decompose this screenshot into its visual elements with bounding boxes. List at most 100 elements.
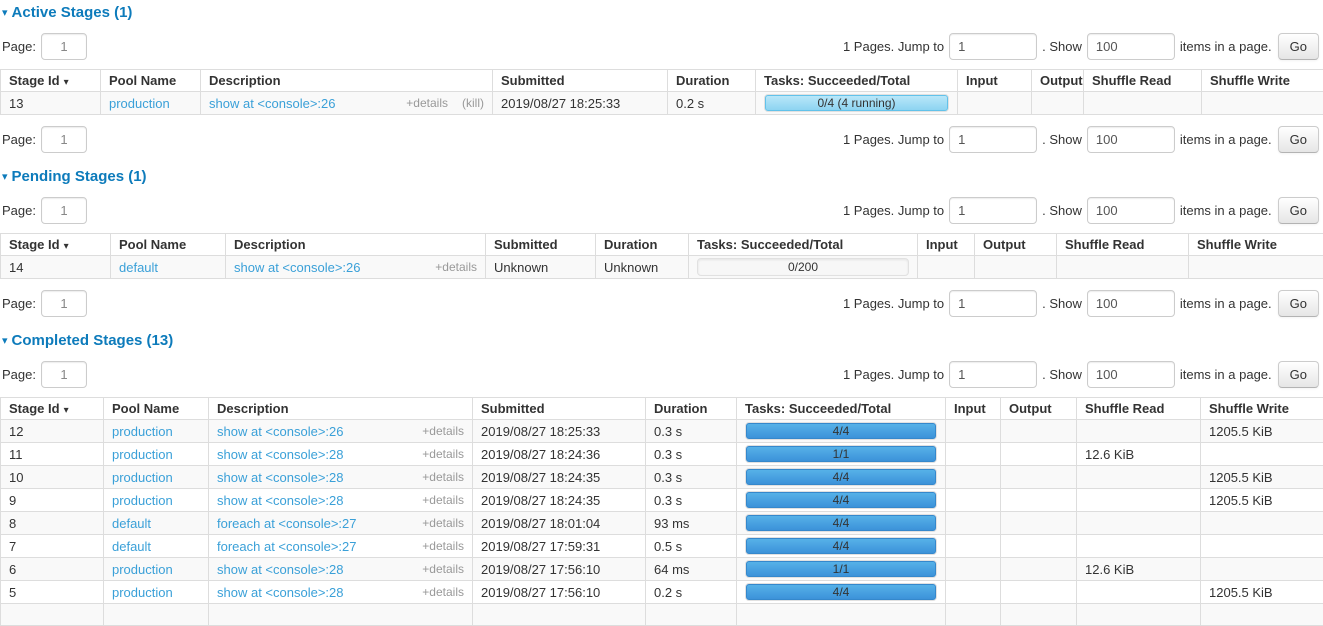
stage-description-link[interactable]: show at <console>:28 (217, 562, 343, 577)
details-toggle-link[interactable]: +details (422, 516, 464, 530)
column-header-duration[interactable]: Duration (596, 234, 689, 256)
input-cell (946, 420, 1001, 443)
details-toggle-link[interactable]: +details (422, 539, 464, 553)
pool-name-link[interactable]: production (112, 424, 173, 439)
column-header-input[interactable]: Input (918, 234, 975, 256)
column-header-description[interactable]: Description (226, 234, 486, 256)
description-cell: foreach at <console>:27 +details (209, 512, 473, 535)
pool-name-link[interactable]: production (112, 562, 173, 577)
column-header-pool-name[interactable]: Pool Name (101, 70, 201, 92)
pool-name-link[interactable]: default (112, 539, 151, 554)
column-header-input[interactable]: Input (958, 70, 1032, 92)
column-header-tasks-succeeded-total[interactable]: Tasks: Succeeded/Total (756, 70, 958, 92)
items-per-page-input[interactable] (1087, 126, 1175, 153)
kill-stage-link[interactable]: (kill) (462, 96, 484, 110)
items-per-page-input[interactable] (1087, 197, 1175, 224)
stage-description-link[interactable]: show at <console>:28 (217, 585, 343, 600)
pool-name-link[interactable]: production (112, 493, 173, 508)
stage-description-link[interactable]: show at <console>:26 (234, 260, 360, 275)
items-per-page-input[interactable] (1087, 290, 1175, 317)
page-number-input[interactable] (41, 290, 87, 317)
shuffle-write-cell (1202, 92, 1323, 115)
go-button[interactable]: Go (1278, 290, 1319, 317)
column-header-shuffle-read[interactable]: Shuffle Read (1057, 234, 1189, 256)
pagination-bar: Page: 1 Pages. Jump to . Show items in a… (2, 196, 1319, 224)
stage-description-link[interactable]: show at <console>:26 (209, 96, 335, 111)
column-header-input[interactable]: Input (946, 398, 1001, 420)
section-title-pending-stages[interactable]: ▾Pending Stages (1) (2, 166, 1323, 186)
pool-name-link[interactable]: production (112, 585, 173, 600)
output-cell (1001, 512, 1077, 535)
column-header-submitted[interactable]: Submitted (493, 70, 668, 92)
go-button[interactable]: Go (1278, 361, 1319, 388)
items-in-page-text: items in a page. (1180, 203, 1272, 218)
go-button[interactable]: Go (1278, 126, 1319, 153)
jump-to-page-input[interactable] (949, 126, 1037, 153)
stage-description-link[interactable]: show at <console>:26 (217, 424, 343, 439)
stage-description-link[interactable]: show at <console>:28 (217, 493, 343, 508)
details-toggle-link[interactable]: +details (422, 585, 464, 599)
jump-to-page-input[interactable] (949, 361, 1037, 388)
column-header-shuffle-write[interactable]: Shuffle Write (1201, 398, 1323, 420)
stage-description-link[interactable]: show at <console>:28 (217, 447, 343, 462)
column-header-pool-name[interactable]: Pool Name (111, 234, 226, 256)
pool-name-link[interactable]: production (112, 447, 173, 462)
duration-cell: 0.3 s (646, 443, 737, 466)
column-header-shuffle-read[interactable]: Shuffle Read (1077, 398, 1201, 420)
pool-name-cell: default (104, 512, 209, 535)
page-number-input[interactable] (41, 126, 87, 153)
column-header-output[interactable]: Output (1032, 70, 1084, 92)
go-button[interactable]: Go (1278, 33, 1319, 60)
page-number-input[interactable] (41, 33, 87, 60)
column-header-description[interactable]: Description (201, 70, 493, 92)
details-toggle-link[interactable]: +details (422, 562, 464, 576)
column-header-submitted[interactable]: Submitted (473, 398, 646, 420)
page-number-input[interactable] (41, 361, 87, 388)
go-button[interactable]: Go (1278, 197, 1319, 224)
stage-id-cell: 14 (1, 256, 111, 279)
details-toggle-link[interactable]: +details (422, 470, 464, 484)
column-header-shuffle-write[interactable]: Shuffle Write (1189, 234, 1323, 256)
jump-to-page-input[interactable] (949, 197, 1037, 224)
pool-name-link[interactable]: production (109, 96, 170, 111)
column-header-output[interactable]: Output (975, 234, 1057, 256)
column-header-tasks-succeeded-total[interactable]: Tasks: Succeeded/Total (737, 398, 946, 420)
description-cell: show at <console>:26 +details (209, 420, 473, 443)
section-title-completed-stages[interactable]: ▾Completed Stages (13) (2, 330, 1323, 350)
column-header-stage-id[interactable]: Stage Id▾ (1, 398, 104, 420)
tasks-progress-bar: 4/4 (745, 422, 937, 440)
pool-name-link[interactable]: production (112, 470, 173, 485)
column-header-stage-id[interactable]: Stage Id▾ (1, 234, 111, 256)
pool-name-link[interactable]: default (119, 260, 158, 275)
section-title-active-stages[interactable]: ▾Active Stages (1) (2, 2, 1323, 22)
stage-description-link[interactable]: foreach at <console>:27 (217, 539, 357, 554)
page-number-input[interactable] (41, 197, 87, 224)
column-header-description[interactable]: Description (209, 398, 473, 420)
jump-to-page-input[interactable] (949, 290, 1037, 317)
column-header-output[interactable]: Output (1001, 398, 1077, 420)
pagination-bar: Page: 1 Pages. Jump to . Show items in a… (2, 289, 1319, 317)
items-per-page-input[interactable] (1087, 361, 1175, 388)
shuffle-write-cell (1201, 535, 1323, 558)
details-toggle-link[interactable]: +details (406, 96, 448, 110)
items-per-page-input[interactable] (1087, 33, 1175, 60)
column-header-submitted[interactable]: Submitted (486, 234, 596, 256)
duration-cell: 64 ms (646, 558, 737, 581)
details-toggle-link[interactable]: +details (435, 260, 477, 274)
shuffle-write-cell (1201, 443, 1323, 466)
column-header-shuffle-read[interactable]: Shuffle Read (1084, 70, 1202, 92)
column-header-duration[interactable]: Duration (646, 398, 737, 420)
details-toggle-link[interactable]: +details (422, 447, 464, 461)
jump-to-page-input[interactable] (949, 33, 1037, 60)
details-toggle-link[interactable]: +details (422, 424, 464, 438)
details-toggle-link[interactable]: +details (422, 493, 464, 507)
pool-name-link[interactable]: default (112, 516, 151, 531)
column-header-tasks-succeeded-total[interactable]: Tasks: Succeeded/Total (689, 234, 918, 256)
column-header-shuffle-write[interactable]: Shuffle Write (1202, 70, 1323, 92)
column-header-pool-name[interactable]: Pool Name (104, 398, 209, 420)
column-header-stage-id[interactable]: Stage Id▾ (1, 70, 101, 92)
sort-desc-icon: ▾ (64, 405, 69, 416)
stage-description-link[interactable]: foreach at <console>:27 (217, 516, 357, 531)
stage-description-link[interactable]: show at <console>:28 (217, 470, 343, 485)
column-header-duration[interactable]: Duration (668, 70, 756, 92)
